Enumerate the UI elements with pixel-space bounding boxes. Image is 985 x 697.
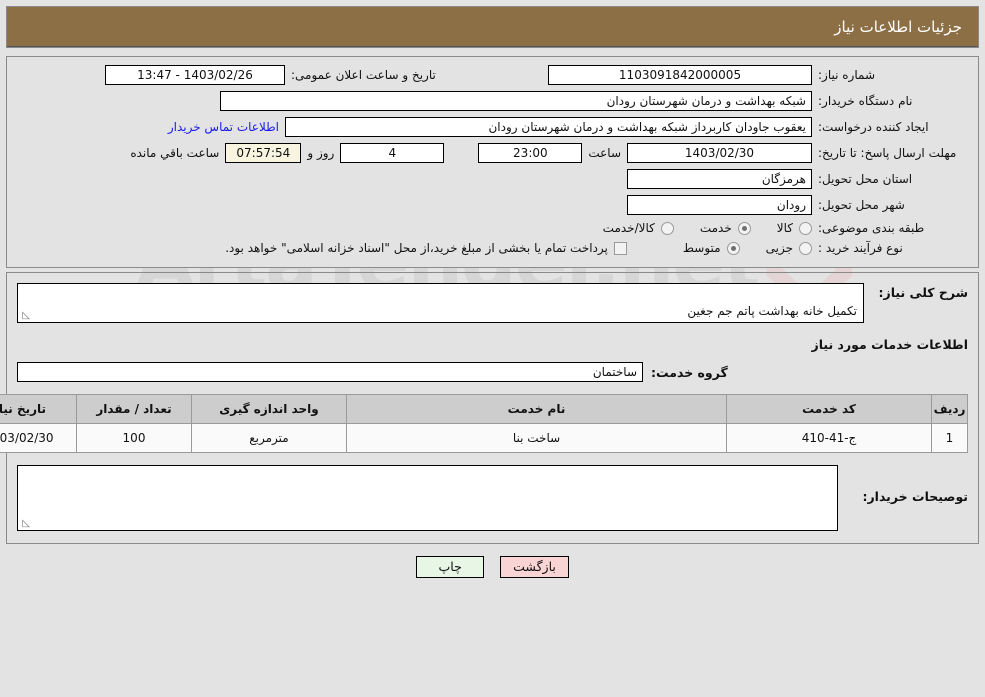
radio-icon[interactable] (726, 241, 740, 255)
title-frame: جزئیات اطلاعات نیاز (6, 6, 979, 48)
cell-name: ساخت بنا (346, 423, 727, 453)
category-option-label: کالا (776, 221, 793, 235)
creator-value: یعقوب جاودان کاربرداز شبکه بهداشت و درما… (285, 117, 812, 137)
buyer-contact-link[interactable]: اطلاعات تماس خریدار (162, 120, 285, 134)
back-button[interactable]: بازگشت (500, 556, 569, 578)
description-textarea[interactable]: تکمیل خانه بهداشت پاتم جم جغین اولویت ان… (17, 283, 864, 323)
page-title: جزئیات اطلاعات نیاز (7, 7, 978, 47)
print-button[interactable]: چاپ (416, 556, 485, 578)
row-need-number: شماره نیاز: 1103091842000005 تاریخ و ساع… (17, 65, 968, 85)
table-header-row: ردیف کد خدمت نام خدمت واحد اندازه گیری ت… (0, 394, 968, 424)
cell-index: 1 (931, 423, 968, 453)
need-number-label: شماره نیاز: (818, 68, 875, 82)
col-header-need-date: تاریخ نیاز (0, 394, 77, 424)
process-option-label: جزیی (765, 241, 793, 255)
radio-icon[interactable] (799, 241, 812, 255)
remaining-days-value: 4 (340, 143, 445, 163)
process-label: نوع فرآیند خرید : (818, 241, 903, 255)
services-table: ردیف کد خدمت نام خدمت واحد اندازه گیری ت… (0, 394, 968, 453)
buyer-org-label: نام دستگاه خریدار: (818, 94, 913, 108)
category-option-label: کالا/خدمت (602, 221, 655, 235)
table-row: 1 ج-41-410 ساخت بنا مترمربع 100 1403/02/… (0, 423, 968, 453)
process-option-label: متوسط (682, 241, 721, 255)
row-purchase-process: نوع فرآیند خرید : جزیی متوسط پرداخت تمام… (17, 241, 968, 255)
row-service-group: گروه خدمت: ساختمان (17, 362, 968, 382)
category-option-kala[interactable]: کالا (777, 221, 812, 235)
deadline-hour-value: 23:00 (478, 143, 583, 163)
resize-grip-icon[interactable]: ◺ (20, 519, 30, 529)
service-group-value: ساختمان (17, 362, 643, 382)
col-header-name: نام خدمت (346, 394, 727, 424)
city-value: رودان (627, 195, 812, 215)
col-header-quantity: تعداد / مقدار (76, 394, 192, 424)
details-panel: شرح کلی نیاز: تکمیل خانه بهداشت پاتم جم … (0, 272, 979, 544)
province-label: استان محل تحویل: (818, 172, 913, 186)
announce-value: 1403/02/26 - 13:47 (105, 65, 285, 85)
row-province: استان محل تحویل: هرمزگان (17, 169, 968, 189)
col-header-code: کد خدمت (726, 394, 932, 424)
deadline-hour-label: ساعت (588, 146, 621, 160)
category-option-label: خدمت (699, 221, 732, 235)
buyer-notes-textarea[interactable]: ◺ (17, 465, 838, 531)
deadline-date-value: 1403/02/30 (627, 143, 812, 163)
category-label: طبقه بندی موضوعی: (818, 221, 925, 235)
creator-label: ایجاد کننده درخواست: (818, 120, 929, 134)
process-radio-group: جزیی متوسط (657, 241, 812, 255)
service-group-label: گروه خدمت: (651, 364, 728, 380)
description-value: تکمیل خانه بهداشت پاتم جم جغین اولویت ان… (626, 304, 857, 322)
treasury-checkbox[interactable] (613, 241, 627, 255)
row-city: شهر محل تحویل: رودان (17, 195, 968, 215)
col-header-index: ردیف (931, 394, 968, 424)
services-section-title: اطلاعات خدمات مورد نیاز (811, 337, 969, 352)
category-option-kala-khedmat[interactable]: کالا/خدمت (603, 221, 674, 235)
row-category: طبقه بندی موضوعی: کالا خدمت کالا/خدمت (17, 221, 968, 235)
cell-need-date: 1403/02/30 (0, 423, 77, 453)
row-deadline: مهلت ارسال پاسخ: تا تاریخ: 1403/02/30 سا… (17, 143, 968, 163)
remaining-time-label: ساعت باقي مانده (130, 146, 220, 160)
page-root: جزئیات اطلاعات نیاز شماره نیاز: 11030918… (0, 6, 985, 578)
buyer-notes-label: توصیحات خریدار: (862, 489, 968, 504)
row-buyer-notes: توصیحات خریدار: ◺ (17, 465, 968, 531)
radio-icon[interactable] (799, 221, 812, 235)
need-info-panel: شماره نیاز: 1103091842000005 تاریخ و ساع… (6, 56, 979, 268)
radio-icon[interactable] (660, 221, 674, 235)
category-radio-group: کالا خدمت کالا/خدمت (577, 221, 812, 235)
description-label: شرح کلی نیاز: (878, 285, 968, 300)
deadline-label: مهلت ارسال پاسخ: تا تاریخ: (818, 145, 957, 160)
col-header-unit: واحد اندازه گیری (191, 394, 347, 424)
remaining-days-label: روز و (307, 146, 335, 160)
cell-code: ج-41-410 (726, 423, 932, 453)
cell-quantity: 100 (76, 423, 192, 453)
treasury-checkbox-label: پرداخت تمام یا بخشی از مبلغ خرید،از محل … (225, 241, 608, 255)
remaining-time-value: 07:57:54 (225, 143, 302, 163)
cell-unit: مترمربع (191, 423, 347, 453)
row-creator: ایجاد کننده درخواست: یعقوب جاودان کاربرد… (17, 117, 968, 137)
province-value: هرمزگان (627, 169, 812, 189)
city-label: شهر محل تحویل: (818, 198, 905, 212)
buyer-org-value: شبکه بهداشت و درمان شهرستان رودان (220, 91, 812, 111)
announce-label: تاریخ و ساعت اعلان عمومی: (291, 68, 436, 82)
process-option-motavaset[interactable]: متوسط (683, 241, 740, 255)
need-number-value: 1103091842000005 (548, 65, 812, 85)
resize-grip-icon[interactable]: ◺ (20, 311, 30, 321)
radio-icon[interactable] (737, 221, 751, 235)
row-description: شرح کلی نیاز: تکمیل خانه بهداشت پاتم جم … (17, 283, 968, 323)
process-option-jozii[interactable]: جزیی (766, 241, 812, 255)
category-option-khedmat[interactable]: خدمت (700, 221, 751, 235)
footer-actions: بازگشت چاپ (0, 556, 985, 578)
row-buyer-org: نام دستگاه خریدار: شبکه بهداشت و درمان ش… (17, 91, 968, 111)
